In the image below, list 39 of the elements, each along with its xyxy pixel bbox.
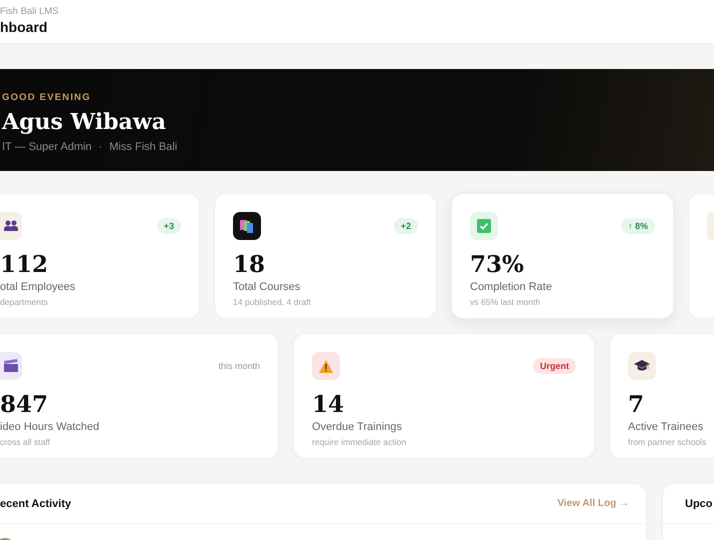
stat-note: cross all staff xyxy=(0,437,51,447)
view-all-link[interactable]: View All Log → xyxy=(557,498,629,509)
graduation-cap-icon xyxy=(634,359,650,373)
greeting: GOOD EVENING xyxy=(2,92,92,104)
stat-value: 7 xyxy=(628,392,646,418)
trend-badge: +3 xyxy=(156,218,181,234)
checkbox-icon xyxy=(477,219,491,233)
card-title: ecent Activity xyxy=(0,498,72,510)
stat-label: Total Courses xyxy=(233,280,302,294)
books-icon xyxy=(239,218,255,234)
page-title: hboard xyxy=(0,18,48,36)
stat-label: otal Employees xyxy=(0,280,76,294)
user-name: Agus Wibawa xyxy=(2,108,168,137)
people-icon xyxy=(4,220,18,232)
company-name: Miss Fish Bali xyxy=(109,141,178,153)
period-label: this month xyxy=(218,361,260,371)
card-title: Upco xyxy=(685,498,712,510)
stat-note: vs 65% last month xyxy=(470,297,542,307)
stat-value: 18 xyxy=(233,252,266,278)
stat-label: Active Trainees xyxy=(628,420,704,434)
stat-label: ideo Hours Watched xyxy=(0,420,100,434)
trend-badge: +2 xyxy=(394,218,418,234)
separator-dot: · xyxy=(98,141,102,153)
stat-value: 73% xyxy=(470,252,525,278)
clapperboard-icon xyxy=(3,359,19,373)
stat-note: departments xyxy=(0,297,49,307)
app-name: Fish Bali LMS xyxy=(0,5,60,18)
stat-note: from partner schools xyxy=(628,437,708,447)
stat-value: 847 xyxy=(0,392,50,418)
stat-value: 14 xyxy=(312,392,346,418)
trend-badge: Urgent xyxy=(533,358,576,374)
stat-label: Overdue Trainings xyxy=(312,420,403,434)
stat-value: 112 xyxy=(0,252,50,278)
stat-note: require immediate action xyxy=(312,437,408,447)
warning-icon xyxy=(319,360,333,372)
trend-badge: ↑ 8% xyxy=(620,218,655,234)
stat-label: Completion Rate xyxy=(470,280,553,294)
stat-note: 14 published, 4 draft xyxy=(233,297,312,307)
user-role: IT — Super Admin xyxy=(2,141,92,153)
